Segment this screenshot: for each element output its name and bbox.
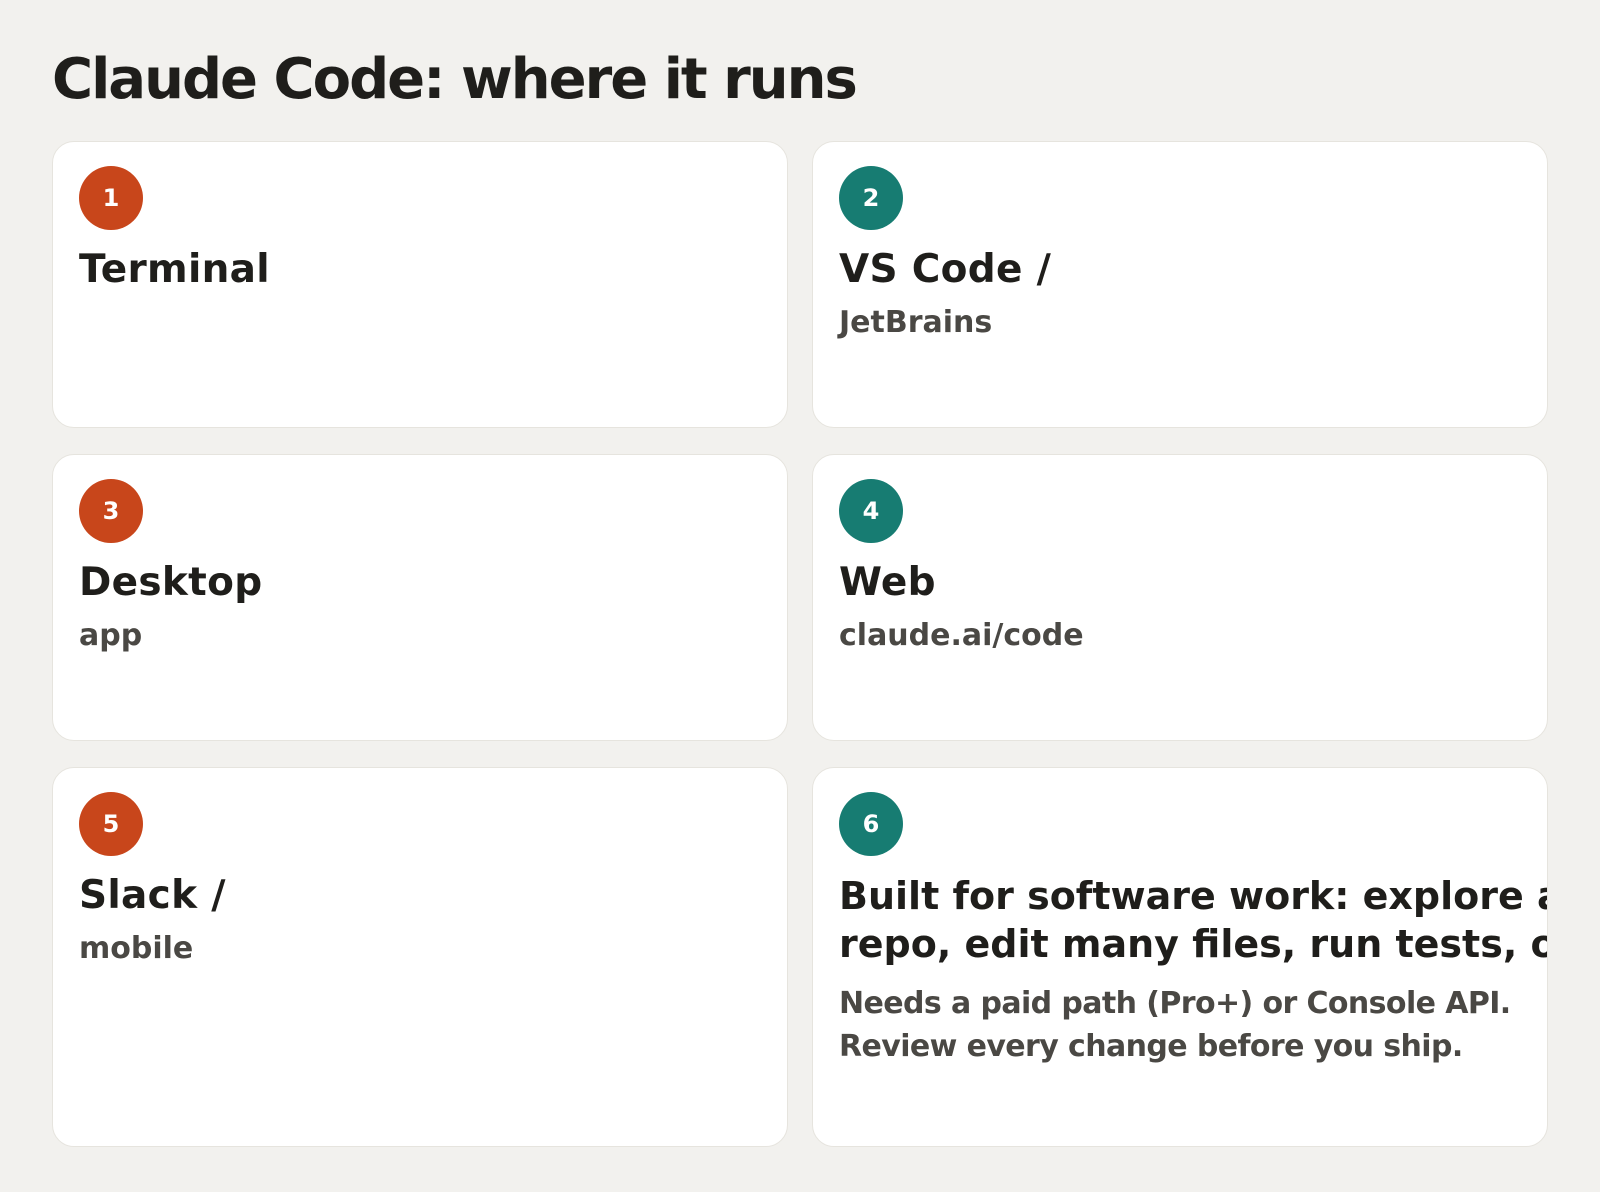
card-title-line: Slack / [79,873,226,918]
card-title-line: Terminal [79,247,270,292]
number-badge: 1 [79,166,143,230]
card-ide: 2 VS Code / JetBrains [812,141,1548,428]
card-desktop: 3 Desktop app [52,454,788,741]
card-title-line: Built for software work: explore a [839,874,1548,918]
card-title-line: VS Code / [839,247,1052,292]
card-description: Needs a paid path (Pro+) or Console API.… [839,982,1521,1068]
card-subtitle: app [79,618,143,653]
card-web: 4 Web claude.ai/code [812,454,1548,741]
card-title: VS Code / [839,246,1521,294]
card-description-line: Review every change before you ship. [839,1029,1463,1064]
card-title-line: repo, edit many files, run tests, o [839,922,1548,966]
card-terminal: 1 Terminal [52,141,788,428]
card-title: Web [839,559,1521,607]
card-title-line: Desktop [79,560,263,605]
card-title: Built for software work: explore a repo,… [839,872,1548,968]
number-badge: 6 [839,792,903,856]
card-description-line: Needs a paid path (Pro+) or Console API. [839,986,1511,1021]
card-title: Terminal [79,246,761,294]
card-slack-mobile: 5 Slack / mobile [52,767,788,1147]
card-title: Slack / [79,872,761,920]
number-badge: 5 [79,792,143,856]
number-badge: 4 [839,479,903,543]
card-title: Desktop [79,559,761,607]
number-badge: 3 [79,479,143,543]
card-subtitle: mobile [79,931,194,966]
page-title: Claude Code: where it runs [52,47,858,112]
card-subtitle: claude.ai/code [839,618,1084,653]
card-subtitle: JetBrains [839,305,993,340]
number-badge: 2 [839,166,903,230]
card-summary: 6 Built for software work: explore a rep… [812,767,1548,1147]
platform-grid: 1 Terminal 2 VS Code / JetBrains 3 Deskt… [52,141,1548,1147]
card-title-line: Web [839,560,936,605]
